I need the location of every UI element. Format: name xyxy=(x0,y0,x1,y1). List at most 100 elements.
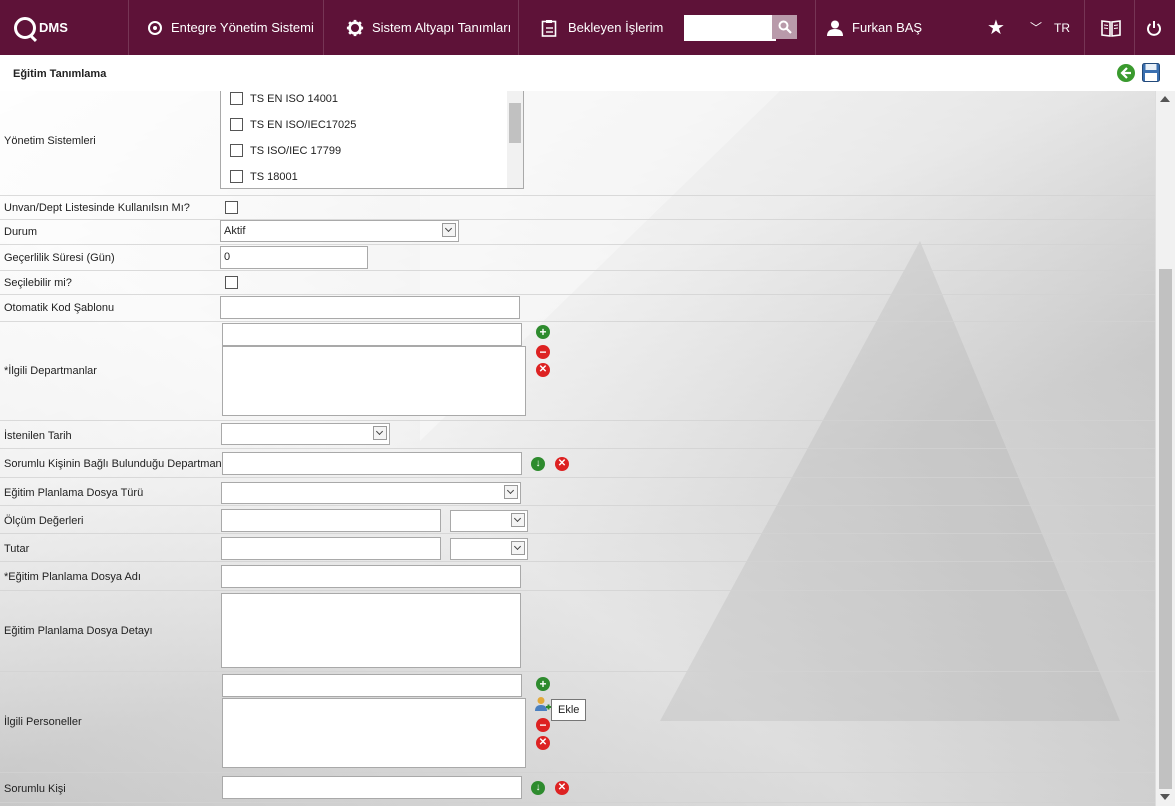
otomatik-kod-input[interactable] xyxy=(220,296,520,319)
minus-icon[interactable]: − xyxy=(536,718,550,732)
form-row-istenilen-tarih: İstenilen Tarih xyxy=(0,420,1155,449)
olcum-label: Ölçüm Değerleri xyxy=(4,515,84,527)
dosya-detay-textarea[interactable] xyxy=(221,593,521,668)
save-button[interactable] xyxy=(1142,63,1160,82)
add-icon[interactable]: + xyxy=(536,325,550,339)
app-logo[interactable]: DMS xyxy=(14,0,68,55)
help-button[interactable] xyxy=(1101,0,1121,55)
listbox-scrollbar[interactable] xyxy=(507,91,523,188)
form-row-durum: Durum Aktif xyxy=(0,219,1155,245)
tooltip: Ekle xyxy=(551,699,587,721)
olcum-unit-select[interactable] xyxy=(450,510,528,532)
user-menu[interactable]: Furkan BAŞ xyxy=(827,0,922,55)
checkbox[interactable] xyxy=(230,170,243,183)
download-icon[interactable]: ↓ xyxy=(531,457,545,471)
clear-icon[interactable]: ✕ xyxy=(555,457,569,471)
gecerlilik-input[interactable]: 0 xyxy=(220,246,368,269)
nav-bekleyen-islerim[interactable]: Bekleyen İşlerim xyxy=(541,0,663,55)
clipboard-icon xyxy=(541,19,557,37)
logo-q-icon xyxy=(14,16,36,39)
tutar-input[interactable] xyxy=(221,537,441,560)
form-row-sorumlu-dept: Sorumlu Kişinin Bağlı Bulunduğu Departma… xyxy=(0,448,1155,478)
language-selector[interactable]: ﹀ TR xyxy=(1030,0,1070,55)
form-row-ilgili-personel: İlgili Personeller + − ✕ xyxy=(0,671,1155,773)
ilgili-dept-input[interactable] xyxy=(222,323,522,346)
tutar-label: Tutar xyxy=(4,543,30,555)
back-button[interactable] xyxy=(1117,64,1135,82)
list-item[interactable]: TS EN ISO 14001 xyxy=(230,92,338,105)
dosya-turu-select[interactable] xyxy=(221,482,521,504)
dosya-detay-label: Eğitim Planlama Dosya Detayı xyxy=(4,625,153,637)
star-icon: ★ xyxy=(987,17,1005,39)
qdms-circle-icon xyxy=(148,20,162,35)
durum-select[interactable]: Aktif xyxy=(220,220,459,242)
page-header: Eğitim Tanımlama xyxy=(0,55,1175,92)
sorumlu-kisi-label: Sorumlu Kişi xyxy=(4,783,66,795)
add-person-icon[interactable] xyxy=(535,696,551,712)
list-item[interactable]: TS 18001 xyxy=(230,170,298,183)
form-row-olcum: Ölçüm Değerleri xyxy=(0,505,1155,534)
user-icon xyxy=(827,20,843,36)
otomatik-label: Otomatik Kod Şablonu xyxy=(4,302,115,314)
page-scrollbar[interactable] xyxy=(1155,91,1175,806)
chevron-down-icon xyxy=(511,541,525,555)
yonetim-listbox[interactable]: TS EN ISO 14001 TS EN ISO/IEC17025 TS IS… xyxy=(220,91,524,189)
unvan-label: Unvan/Dept Listesinde Kullanılsın Mı? xyxy=(4,202,190,214)
gecerlilik-label: Geçerlilik Süresi (Gün) xyxy=(4,252,115,264)
form-row-dosya-turu: Eğitim Planlama Dosya Türü xyxy=(0,477,1155,506)
search-icon xyxy=(778,20,792,34)
chevron-down-icon: ﹀ xyxy=(1030,21,1043,35)
ilgili-personel-list[interactable] xyxy=(222,698,526,768)
sorumlu-kisi-input[interactable] xyxy=(222,776,522,799)
olcum-input[interactable] xyxy=(221,509,441,532)
form-row-otomatik: Otomatik Kod Şablonu xyxy=(0,294,1155,322)
form-row-gecerlilik: Geçerlilik Süresi (Gün) 0 xyxy=(0,244,1155,271)
favorites-button[interactable]: ★ xyxy=(987,0,1005,55)
logout-button[interactable] xyxy=(1146,0,1162,55)
ilgili-personel-input[interactable] xyxy=(222,674,522,697)
clear-icon[interactable]: ✕ xyxy=(536,736,550,750)
clear-icon[interactable]: ✕ xyxy=(536,363,550,377)
chevron-down-icon xyxy=(442,223,456,237)
floppy-disk-icon xyxy=(1142,63,1160,82)
search-input[interactable] xyxy=(684,15,776,41)
form-row-ilgili-dept: *İlgili Departmanlar + − ✕ xyxy=(0,321,1155,421)
form-row-tutar: Tutar xyxy=(0,533,1155,562)
add-icon[interactable]: + xyxy=(536,677,550,691)
minus-icon[interactable]: − xyxy=(536,345,550,359)
chevron-down-icon xyxy=(373,426,387,440)
clear-icon[interactable]: ✕ xyxy=(555,781,569,795)
ilgili-personel-label: İlgili Personeller xyxy=(4,716,82,728)
nav-entegre-yonetim[interactable]: Entegre Yönetim Sistemi xyxy=(148,0,314,55)
scroll-down-arrow-icon[interactable] xyxy=(1160,794,1170,800)
list-item[interactable]: TS ISO/IEC 17799 xyxy=(230,144,341,157)
nav-sistem-altyapi[interactable]: Sistem Altyapı Tanımları xyxy=(346,0,511,55)
sorumlu-dept-input[interactable] xyxy=(222,452,522,475)
form-row-unvan: Unvan/Dept Listesinde Kullanılsın Mı? xyxy=(0,195,1155,220)
book-icon xyxy=(1101,19,1121,37)
scrollbar-thumb[interactable] xyxy=(1159,269,1172,789)
sorumlu-dept-label: Sorumlu Kişinin Bağlı Bulunduğu Departma… xyxy=(4,458,222,470)
power-icon xyxy=(1147,20,1161,36)
unvan-checkbox[interactable] xyxy=(225,201,238,214)
page-title: Eğitim Tanımlama xyxy=(13,68,107,80)
scroll-up-arrow-icon[interactable] xyxy=(1160,96,1170,102)
dosya-adi-input[interactable] xyxy=(221,565,521,588)
search-button[interactable] xyxy=(772,15,797,39)
download-icon[interactable]: ↓ xyxy=(531,781,545,795)
secilebilir-checkbox[interactable] xyxy=(225,276,238,289)
checkbox[interactable] xyxy=(230,118,243,131)
chevron-down-icon xyxy=(511,513,525,527)
list-item[interactable]: TS EN ISO/IEC17025 xyxy=(230,118,356,131)
istenilen-tarih-label: İstenilen Tarih xyxy=(4,430,72,442)
checkbox[interactable] xyxy=(230,144,243,157)
durum-label: Durum xyxy=(4,226,38,238)
form-row-sorumlu-kisi: Sorumlu Kişi ↓ ✕ xyxy=(0,772,1155,803)
istenilen-tarih-select[interactable] xyxy=(221,423,390,445)
form-row-secilebilir: Seçilebilir mi? xyxy=(0,270,1155,295)
form-row-dosya-adi: *Eğitim Planlama Dosya Adı xyxy=(0,561,1155,591)
tutar-currency-select[interactable] xyxy=(450,538,528,560)
checkbox[interactable] xyxy=(230,92,243,105)
ilgili-dept-list[interactable] xyxy=(222,346,526,416)
ilgili-dept-label: *İlgili Departmanlar xyxy=(4,365,97,377)
